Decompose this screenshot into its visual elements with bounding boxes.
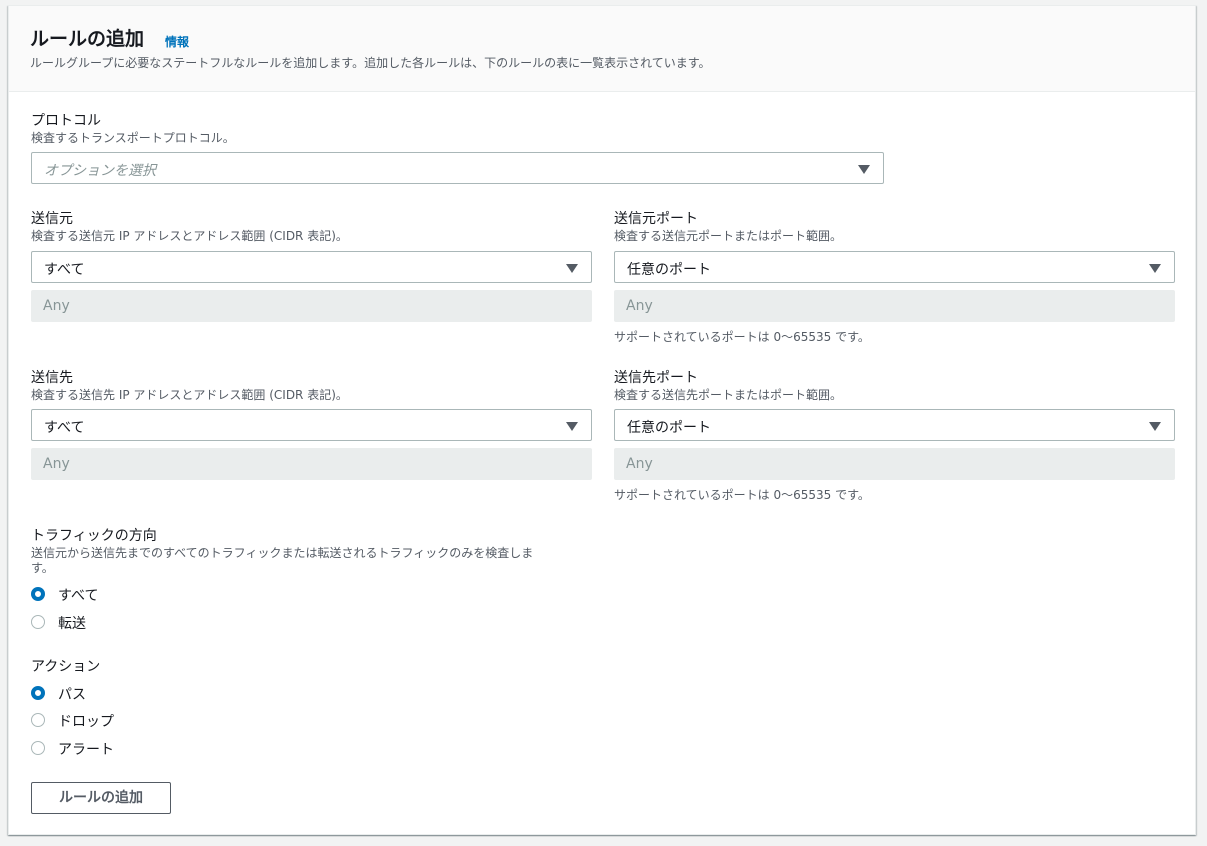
- panel-description: ルールグループに必要なステートフルなルールを追加します。追加した各ルールは、下の…: [30, 56, 711, 70]
- info-link[interactable]: 情報: [165, 33, 189, 50]
- panel-header: ルールの追加 情報 ルールグループに必要なステートフルなルールを追加します。追加…: [9, 6, 1195, 92]
- radio-label: 転送: [58, 616, 86, 632]
- destination-selected-value: すべて: [44, 420, 85, 436]
- source-port-label: 送信元ポート: [614, 211, 698, 227]
- add-rule-panel: ルールの追加 情報 ルールグループに必要なステートフルなルールを追加します。追加…: [8, 5, 1196, 835]
- caret-down-icon: [1149, 264, 1161, 273]
- destination-port-any-input: Any: [614, 448, 1175, 480]
- source-description: 検査する送信元 IP アドレスとアドレス範囲 (CIDR 表記)。: [31, 229, 348, 243]
- destination-port-any-value: Any: [626, 456, 653, 472]
- radio-checked-icon[interactable]: [31, 686, 45, 700]
- caret-down-icon: [566, 422, 578, 431]
- add-rule-button[interactable]: ルールの追加: [31, 782, 171, 814]
- source-port-selected-value: 任意のポート: [627, 262, 711, 278]
- radio-label: アラート: [58, 742, 114, 758]
- radio-label: パス: [58, 687, 86, 703]
- source-any-input: Any: [31, 290, 592, 322]
- destination-port-select[interactable]: 任意のポート: [614, 409, 1175, 441]
- source-select[interactable]: すべて: [31, 251, 592, 283]
- source-selected-value: すべて: [44, 262, 85, 278]
- source-port-hint: サポートされているポートは 0〜65535 です。: [614, 330, 870, 344]
- radio-unchecked-icon[interactable]: [31, 713, 45, 727]
- destination-description: 検査する送信先 IP アドレスとアドレス範囲 (CIDR 表記)。: [31, 388, 348, 402]
- destination-port-hint: サポートされているポートは 0〜65535 です。: [614, 488, 870, 502]
- source-port-select[interactable]: 任意のポート: [614, 251, 1175, 283]
- protocol-placeholder: オプションを選択: [44, 163, 156, 179]
- destination-label: 送信先: [31, 370, 73, 386]
- destination-select[interactable]: すべて: [31, 409, 592, 441]
- destination-port-description: 検査する送信先ポートまたはポート範囲。: [614, 388, 843, 402]
- source-port-any-value: Any: [626, 298, 653, 314]
- protocol-select[interactable]: オプションを選択: [31, 152, 884, 184]
- action-label: アクション: [31, 659, 101, 675]
- destination-any-value: Any: [43, 456, 70, 472]
- protocol-label: プロトコル: [31, 113, 101, 129]
- protocol-description: 検査するトランスポートプロトコル。: [31, 131, 235, 145]
- source-port-any-input: Any: [614, 290, 1175, 322]
- traffic-direction-description-line2: す。: [31, 561, 54, 575]
- caret-down-icon: [566, 264, 578, 273]
- panel-title: ルールの追加: [30, 28, 145, 50]
- destination-port-label: 送信先ポート: [614, 370, 698, 386]
- destination-port-selected-value: 任意のポート: [627, 420, 711, 436]
- traffic-direction-description-line1: 送信元から送信先までのすべてのトラフィックまたは転送されるトラフィックのみを検査…: [31, 546, 534, 560]
- radio-label: ドロップ: [58, 714, 114, 730]
- source-port-description: 検査する送信元ポートまたはポート範囲。: [614, 229, 843, 243]
- source-label: 送信元: [31, 211, 73, 227]
- destination-any-input: Any: [31, 448, 592, 480]
- radio-unchecked-icon[interactable]: [31, 615, 45, 629]
- radio-unchecked-icon[interactable]: [31, 741, 45, 755]
- source-any-value: Any: [43, 298, 70, 314]
- radio-checked-icon[interactable]: [31, 587, 45, 601]
- caret-down-icon: [858, 165, 870, 174]
- radio-label: すべて: [58, 588, 99, 604]
- caret-down-icon: [1149, 422, 1161, 431]
- traffic-direction-label: トラフィックの方向: [31, 528, 157, 544]
